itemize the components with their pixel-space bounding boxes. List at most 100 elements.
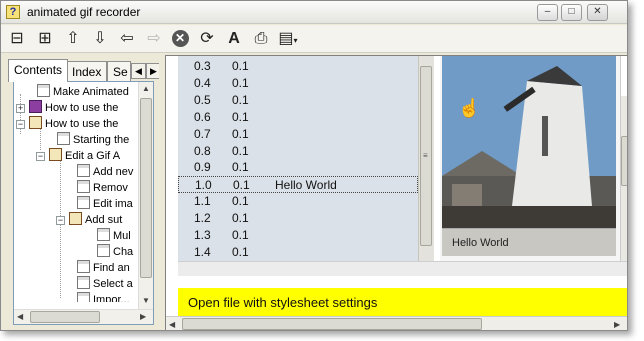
locate-button[interactable]: ⊞	[34, 28, 56, 50]
tree-item-label: How to use the	[45, 102, 119, 114]
collapse-button[interactable]: −	[36, 152, 45, 161]
frame-row[interactable]: 0.7 0.1	[178, 126, 418, 143]
frame-row[interactable]: 1.2 0.1	[178, 210, 418, 227]
options-button[interactable]: ▤▾	[277, 28, 299, 50]
close-button[interactable]: ✕	[587, 4, 608, 21]
tab-index[interactable]: Index	[66, 61, 108, 81]
tab-scroll-left-button[interactable]: ◀	[131, 63, 146, 79]
expand-button[interactable]: +	[16, 104, 25, 113]
content-hscroll-thumb[interactable]	[182, 318, 482, 330]
scroll-right-icon[interactable]: ▶	[140, 312, 146, 321]
frame-row[interactable]: 0.5 0.1	[178, 92, 418, 109]
tree-vertical-scrollbar[interactable]: ▲ ▼	[138, 82, 153, 310]
frame-row[interactable]: 1.4 0.1	[178, 244, 418, 261]
frame-row[interactable]: 1.0 0.1 Hello World	[178, 176, 418, 194]
frame-time-cell: 0.9	[194, 160, 211, 175]
frame-time-cell: 1.4	[194, 244, 211, 259]
arrow-up-icon: ⇧	[66, 30, 80, 47]
refresh-button[interactable]: ⟳	[196, 28, 218, 50]
page-icon	[37, 84, 50, 97]
frame-delay-cell: 0.1	[233, 178, 250, 193]
tree-item[interactable]: Find an	[77, 260, 130, 276]
frame-preview: ☝ Hello World	[440, 56, 627, 261]
chevron-right-icon: ▶	[150, 66, 157, 76]
tree-item[interactable]: Mul	[97, 228, 131, 244]
tree-item[interactable]: Edit a Gif A	[49, 148, 120, 164]
scroll-right-icon[interactable]: ▶	[614, 320, 620, 329]
hand-cursor-icon: ☝	[458, 98, 481, 118]
collapse-button[interactable]: −	[16, 120, 25, 129]
frame-row[interactable]: 0.3 0.1	[178, 58, 418, 75]
frame-list-scrollbar[interactable]: ≡	[418, 56, 434, 261]
open-book-icon	[49, 148, 62, 161]
forward-button[interactable]: ⇨	[143, 28, 165, 50]
tree-item[interactable]: Impor...	[77, 292, 130, 302]
frame-delay-cell: 0.1	[232, 194, 249, 209]
stylesheet-banner: Open file with stylesheet settings	[178, 288, 627, 317]
frame-time-cell: 1.3	[194, 228, 211, 242]
tree-item[interactable]: Remov	[77, 180, 128, 196]
frame-list: 0.3 0.1 0.4 0.1 0.5 0.1 0.6 0.1 0.7 0.1 0.8 0.1 0.9 0…	[178, 56, 418, 261]
nav-tabs: Contents Index Se ◀ ▶	[8, 59, 161, 82]
frame-row[interactable]: 0.9 0.1	[178, 159, 418, 176]
tree-scroll-thumb[interactable]	[140, 98, 152, 278]
hide-pane-icon: ⊟	[10, 30, 24, 47]
tree-horizontal-scrollbar[interactable]: ◀ ▶	[14, 309, 153, 324]
preview-scroll-thumb[interactable]	[621, 136, 627, 186]
scroll-left-icon[interactable]: ◀	[169, 320, 175, 329]
frame-delay-cell: 0.1	[232, 244, 249, 259]
frame-row[interactable]: 1.1 0.1	[178, 193, 418, 210]
tree-item[interactable]: Starting the	[57, 132, 129, 148]
scroll-left-icon[interactable]: ◀	[17, 312, 23, 321]
collapse-button[interactable]: −	[56, 216, 65, 225]
tree-item-label: Find an	[93, 262, 130, 274]
frame-area-horizontal-scrollbar[interactable]	[178, 261, 627, 276]
minimize-button[interactable]: ‒	[537, 4, 558, 21]
open-book-icon	[29, 116, 42, 129]
tree-item[interactable]: Cha	[97, 244, 133, 260]
page-icon	[77, 196, 90, 209]
tree-item-label: Impor...	[93, 294, 130, 302]
previous-button[interactable]: ⇧	[62, 28, 84, 50]
palette-icon[interactable]	[621, 56, 627, 96]
frame-delay-cell: 0.1	[232, 228, 249, 242]
frame-row[interactable]: 0.8 0.1	[178, 143, 418, 160]
scroll-up-icon[interactable]: ▲	[142, 84, 150, 93]
scroll-down-icon[interactable]: ▼	[142, 296, 150, 305]
tab-search[interactable]: Se	[107, 61, 131, 81]
tree-item[interactable]: Select a	[77, 276, 133, 292]
frame-delay-cell: 0.1	[232, 211, 249, 226]
back-button[interactable]: ⇦	[116, 28, 138, 50]
font-button[interactable]: A	[223, 28, 245, 50]
maximize-button[interactable]: □	[561, 4, 582, 21]
frame-row[interactable]: 0.4 0.1	[178, 75, 418, 92]
tab-contents[interactable]: Contents	[8, 59, 69, 82]
windmill-photo: ☝	[442, 56, 616, 228]
frame-row[interactable]: 0.6 0.1	[178, 109, 418, 126]
frame-delay-cell: 0.1	[232, 109, 249, 124]
hide-tabs-button[interactable]: ⊟	[6, 28, 28, 50]
frame-delay-cell: 0.1	[232, 126, 249, 141]
frame-delay-cell: 0.1	[232, 92, 249, 107]
tree-item-label: Remov	[93, 182, 128, 194]
frame-time-cell: 0.6	[194, 109, 211, 124]
windmill-image	[442, 56, 616, 228]
tree-item[interactable]: Edit ima	[77, 196, 133, 212]
tree-item[interactable]: Add nev	[77, 164, 133, 180]
tree-item[interactable]: How to use the	[29, 116, 118, 132]
frame-row[interactable]: 1.3 0.1	[178, 227, 418, 244]
next-button[interactable]: ⇩	[89, 28, 111, 50]
tree-item-label: Starting the	[73, 134, 130, 146]
frame-time-cell: 0.8	[194, 143, 211, 158]
preview-scrollbar[interactable]	[620, 56, 627, 261]
arrow-down-icon: ⇩	[93, 30, 107, 47]
stop-button[interactable]: ✕	[169, 28, 191, 50]
print-button[interactable]: ⎙	[250, 28, 272, 50]
tree-item[interactable]: Add sut	[69, 212, 122, 228]
content-horizontal-scrollbar[interactable]: ◀ ▶	[166, 316, 627, 330]
tree-item[interactable]: Make Animated	[37, 84, 129, 100]
tree-hscroll-thumb[interactable]	[30, 311, 100, 323]
topic-content: 0.3 0.1 0.4 0.1 0.5 0.1 0.6 0.1 0.7 0.1 0.8 0.1 0.9 0…	[165, 55, 627, 330]
tree-item[interactable]: How to use the	[29, 100, 118, 116]
title-bar: ? animated gif recorder ‒ □ ✕	[1, 1, 627, 24]
